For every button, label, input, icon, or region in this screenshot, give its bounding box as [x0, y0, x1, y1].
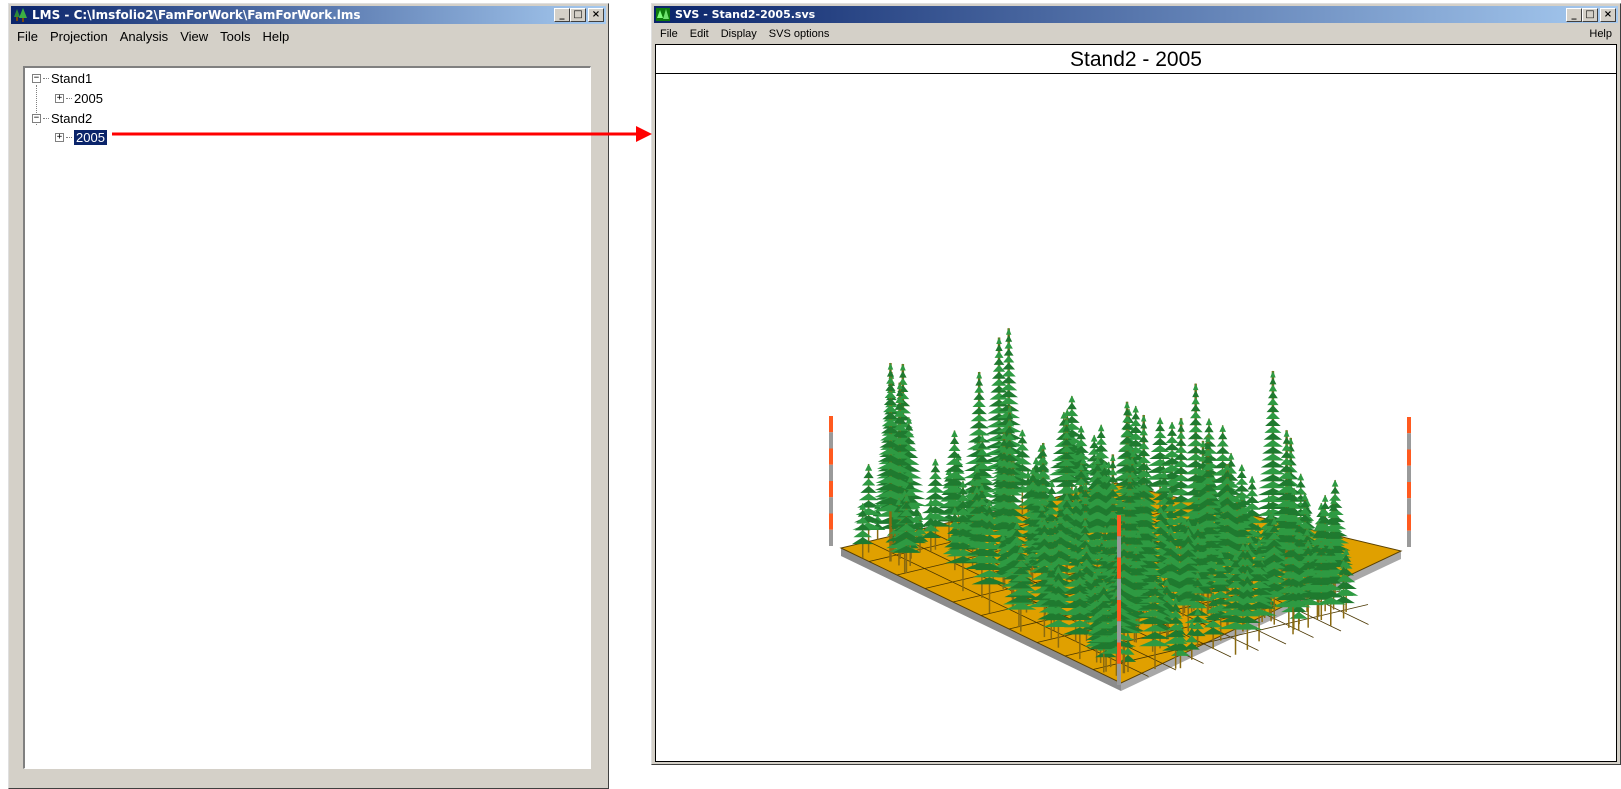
view-title: Stand2 - 2005 — [656, 47, 1616, 74]
tree-node-label: Stand1 — [51, 70, 93, 86]
lms-window: LMS - C:\lmsfolio2\FamForWork\FamForWork… — [8, 3, 609, 789]
lms-title-text: LMS - C:\lmsfolio2\FamForWork\FamForWork… — [32, 8, 361, 22]
close-button[interactable]: × — [588, 8, 604, 22]
tree-line — [66, 97, 72, 99]
tree-line — [66, 136, 72, 138]
corner-pole-right — [1407, 417, 1411, 547]
minimize-button[interactable]: _ — [554, 8, 570, 22]
svs-title-text: SVS - Stand2-2005.svs — [675, 8, 816, 21]
menu-file[interactable]: File — [654, 28, 684, 40]
tree-node-stand2-2005[interactable]: + 2005 — [55, 128, 108, 146]
menu-help[interactable]: Help — [1583, 28, 1618, 40]
menu-tools[interactable]: Tools — [214, 29, 256, 44]
menu-svs-options[interactable]: SVS options — [763, 28, 836, 40]
lms-title-bar[interactable]: LMS - C:\lmsfolio2\FamForWork\FamForWork… — [11, 6, 606, 24]
menu-help[interactable]: Help — [257, 29, 296, 44]
collapse-icon[interactable]: − — [32, 73, 41, 83]
arrow-head — [636, 126, 652, 142]
stand-3d-scene[interactable] — [656, 73, 1616, 763]
tree-node-stand1[interactable]: − Stand1 — [32, 69, 92, 87]
corner-pole-front — [1117, 515, 1121, 685]
menu-analysis[interactable]: Analysis — [114, 29, 174, 44]
tree-node-stand2[interactable]: − Stand2 — [32, 109, 92, 127]
tree-line — [43, 117, 49, 119]
svs-window: SVS - Stand2-2005.svs _ □ × File Edit Di… — [651, 3, 1621, 765]
corner-pole-left — [829, 416, 833, 546]
tree-group — [829, 327, 1411, 685]
tree-app-icon — [14, 8, 27, 22]
stand-visualization-view[interactable]: Stand2 - 2005 — [655, 44, 1617, 762]
maximize-button[interactable]: □ — [570, 8, 586, 22]
menu-projection[interactable]: Projection — [44, 29, 114, 44]
menu-file[interactable]: File — [11, 29, 44, 44]
tree-line — [43, 77, 49, 79]
svs-menu-bar: File Edit Display SVS options Help — [654, 25, 1618, 43]
close-button[interactable]: × — [1600, 8, 1616, 22]
maximize-button[interactable]: □ — [1582, 8, 1598, 22]
minimize-button[interactable]: _ — [1566, 8, 1582, 22]
menu-edit[interactable]: Edit — [684, 28, 715, 40]
stand-tree-view[interactable]: − Stand1 + 2005 − Stand2 + 2005 — [23, 66, 591, 769]
tree-node-label-selected[interactable]: 2005 — [73, 128, 108, 146]
tree-node-label: Stand2 — [51, 110, 93, 126]
tree-node-stand1-2005[interactable]: + 2005 — [55, 89, 103, 107]
lms-menu-bar: File Projection Analysis View Tools Help — [11, 26, 606, 46]
svs-app-icon — [656, 7, 670, 21]
menu-view[interactable]: View — [174, 29, 214, 44]
tree-node-label: 2005 — [74, 90, 103, 106]
expand-icon[interactable]: + — [55, 132, 64, 142]
collapse-icon[interactable]: − — [32, 113, 41, 123]
expand-icon[interactable]: + — [55, 93, 64, 103]
menu-display[interactable]: Display — [715, 28, 763, 40]
svs-title-bar[interactable]: SVS - Stand2-2005.svs _ □ × — [654, 6, 1618, 23]
